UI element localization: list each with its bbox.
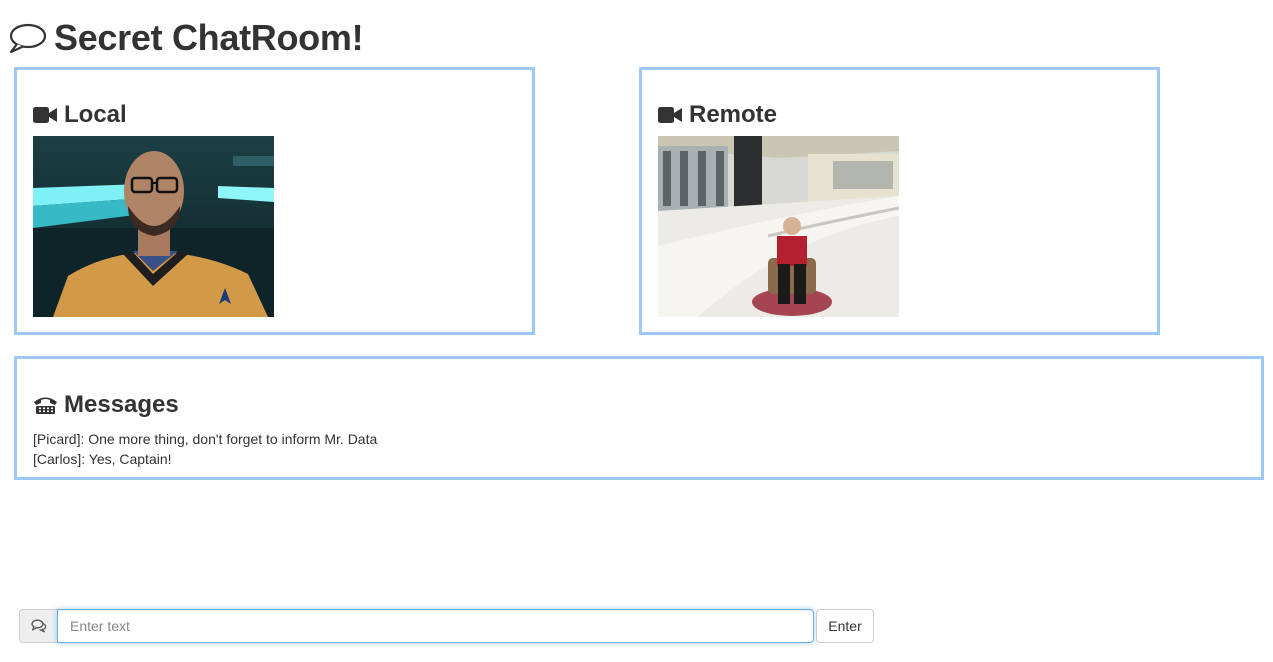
page-header: Secret ChatRoom! xyxy=(8,14,364,62)
chat-bubbles-icon xyxy=(19,609,57,643)
message-composer: Enter xyxy=(19,609,874,643)
message-list: [Picard]: One more thing, don't forget t… xyxy=(33,429,377,469)
local-heading: Local xyxy=(33,100,127,130)
message-item: [Picard]: One more thing, don't forget t… xyxy=(33,431,378,447)
video-camera-icon xyxy=(658,106,683,124)
local-video xyxy=(33,136,274,317)
local-heading-label: Local xyxy=(64,101,127,128)
messages-heading-label: Messages xyxy=(64,391,179,418)
speech-bubble-icon xyxy=(9,23,46,54)
page-title: Secret ChatRoom! xyxy=(54,17,364,58)
video-camera-icon xyxy=(33,106,58,124)
local-video-panel: Local xyxy=(14,67,535,335)
remote-heading: Remote xyxy=(658,100,777,130)
messages-panel: Messages [Picard]: One more thing, don't… xyxy=(14,356,1264,480)
enter-button[interactable]: Enter xyxy=(816,609,874,643)
message-item: [Carlos]: Yes, Captain! xyxy=(33,451,172,467)
message-input[interactable] xyxy=(57,609,814,643)
remote-heading-label: Remote xyxy=(689,101,778,128)
remote-video-panel: Remote xyxy=(639,67,1160,335)
remote-video xyxy=(658,136,899,317)
telephone-icon xyxy=(33,395,58,415)
chatroom-page: Secret ChatRoom! Local Remote Messages [… xyxy=(0,0,1273,662)
messages-heading: Messages xyxy=(33,390,179,420)
